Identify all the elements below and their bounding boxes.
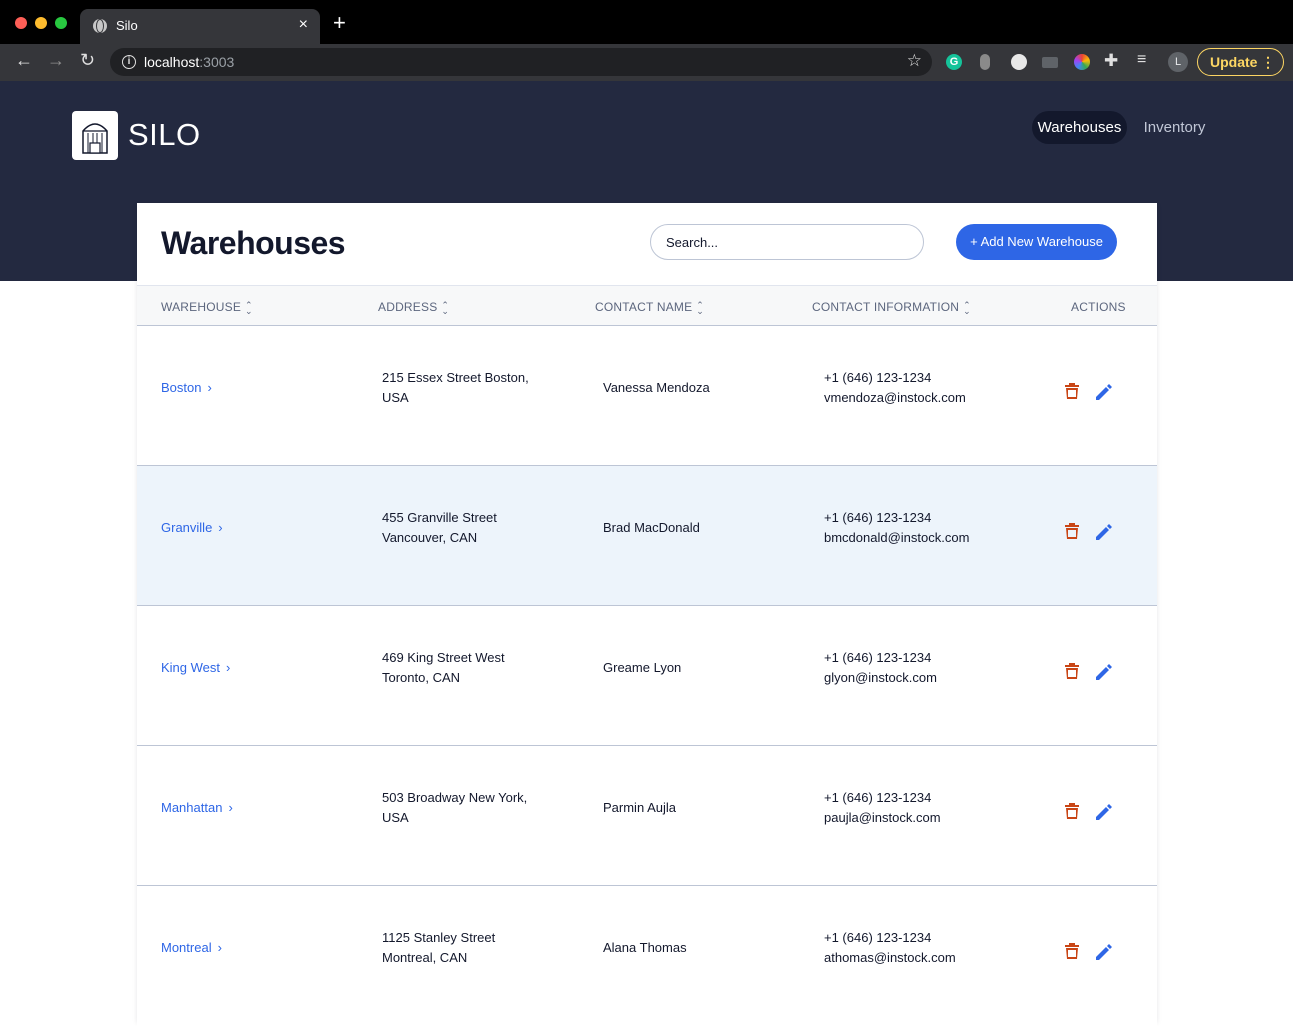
edit-icon[interactable] [1095, 803, 1113, 821]
address-bar[interactable]: i localhost:3003 ☆ [110, 48, 932, 76]
browser-tab[interactable]: Silo × [80, 9, 320, 44]
minimize-window-button[interactable] [35, 17, 47, 29]
sort-icon[interactable]: ⌃ ⌄ [245, 300, 253, 315]
sort-icon[interactable]: ⌃ ⌄ [696, 300, 704, 315]
edit-icon[interactable] [1095, 523, 1113, 541]
extension-icon[interactable] [980, 54, 990, 70]
contact-info-cell: +1 (646) 123-1234 paujla@instock.com [824, 790, 941, 825]
column-header-contact-name[interactable]: CONTACT NAME ⌃ ⌄ [595, 300, 704, 315]
warehouse-link[interactable]: Granville › [161, 518, 223, 538]
logo-text[interactable]: SILO [128, 117, 201, 153]
globe-icon [93, 19, 107, 33]
contact-info-cell: +1 (646) 123-1234 bmcdonald@instock.com [824, 510, 970, 545]
bookmark-star-icon[interactable]: ☆ [907, 51, 922, 71]
reload-icon[interactable]: ↻ [80, 50, 95, 71]
profile-avatar[interactable]: L [1168, 52, 1188, 72]
table-row[interactable]: King West › 469 King Street West Toronto, … [137, 606, 1157, 746]
address-cell: 215 Essex Street Boston, USA [382, 370, 529, 405]
silo-logo-icon[interactable] [72, 111, 118, 160]
delete-icon[interactable] [1064, 662, 1080, 680]
contact-name-cell: Greame Lyon [603, 660, 682, 675]
chevron-right-icon: › [217, 940, 222, 955]
delete-icon[interactable] [1064, 942, 1080, 960]
info-icon[interactable]: i [122, 55, 136, 69]
contact-name-cell: Alana Thomas [603, 940, 687, 955]
close-window-button[interactable] [15, 17, 27, 29]
table-row[interactable]: Manhattan › 503 Broadway New York, USA Par… [137, 746, 1157, 886]
back-arrow-icon[interactable]: ← [15, 50, 33, 71]
contact-info-cell: +1 (646) 123-1234 athomas@instock.com [824, 930, 956, 965]
table-row[interactable]: Boston › 215 Essex Street Boston, USA Vane… [137, 326, 1157, 466]
puzzle-icon[interactable]: ✚ [1104, 51, 1118, 71]
contact-name-cell: Parmin Aujla [603, 800, 676, 815]
contact-name-cell: Brad MacDonald [603, 520, 700, 535]
extension-icon[interactable] [1011, 54, 1027, 70]
warehouse-link[interactable]: King West › [161, 658, 230, 678]
silo-building-icon [82, 123, 108, 154]
chevron-right-icon: › [228, 800, 233, 815]
chevron-right-icon: › [226, 660, 231, 675]
chevron-right-icon: › [207, 380, 212, 395]
address-cell: 455 Granville Street Vancouver, CAN [382, 510, 497, 545]
warehouse-link[interactable]: Boston › [161, 378, 212, 398]
tab-close-button[interactable]: × [299, 16, 308, 34]
address-cell: 1125 Stanley Street Montreal, CAN [382, 930, 496, 965]
address-cell: 469 King Street West Toronto, CAN [382, 650, 505, 685]
page-title: Warehouses [161, 225, 346, 261]
nav-inventory[interactable]: Inventory [1137, 111, 1212, 144]
contact-info-cell: +1 (646) 123-1234 vmendoza@instock.com [824, 370, 966, 405]
browser-tab-strip: Silo × + [0, 0, 1293, 44]
sort-icon[interactable]: ⌃ ⌄ [963, 300, 971, 315]
warehouses-card: Warehouses + Add New Warehouse WAREHOUSE… [137, 203, 1157, 1026]
table-row[interactable]: Granville › 455 Granville Street Vancouver… [137, 466, 1157, 606]
maximize-window-button[interactable] [55, 17, 67, 29]
contact-info-cell: +1 (646) 123-1234 glyon@instock.com [824, 650, 937, 685]
edit-icon[interactable] [1095, 663, 1113, 681]
edit-icon[interactable] [1095, 383, 1113, 401]
edit-icon[interactable] [1095, 943, 1113, 961]
new-tab-button[interactable]: + [333, 12, 346, 34]
forward-arrow-icon[interactable]: → [47, 50, 65, 71]
add-warehouse-button[interactable]: + Add New Warehouse [956, 224, 1117, 260]
warehouse-link[interactable]: Manhattan › [161, 798, 233, 818]
contact-name-cell: Vanessa Mendoza [603, 380, 710, 395]
delete-icon[interactable] [1064, 802, 1080, 820]
more-vert-icon[interactable]: ⋮ [1261, 49, 1275, 75]
delete-icon[interactable] [1064, 382, 1080, 400]
chevron-right-icon: › [218, 520, 223, 535]
nav-warehouses[interactable]: Warehouses [1032, 111, 1127, 144]
warehouse-link[interactable]: Montreal › [161, 938, 222, 958]
address-cell: 503 Broadway New York, USA [382, 790, 528, 825]
sort-icon[interactable]: ⌃ ⌄ [441, 300, 449, 315]
table-row[interactable]: Montreal › 1125 Stanley Street Montreal, C… [137, 886, 1157, 1026]
grammarly-icon[interactable]: G [946, 54, 962, 70]
delete-icon[interactable] [1064, 522, 1080, 540]
column-header-contact-information[interactable]: CONTACT INFORMATION ⌃ ⌄ [812, 300, 971, 315]
browser-toolbar: ← → ↻ i localhost:3003 ☆ G ✚ ≡ L Update … [0, 44, 1293, 81]
queue-icon[interactable]: ≡ [1137, 51, 1146, 69]
color-picker-icon[interactable] [1074, 54, 1090, 70]
column-header-actions: ACTIONS [1071, 300, 1126, 314]
table-header: WAREHOUSE ⌃ ⌄ ADDRESS ⌃ ⌄ CONTACT NAME ⌃ ⌄ CON… [137, 285, 1157, 326]
update-button[interactable]: Update ⋮ [1197, 48, 1284, 76]
column-header-address[interactable]: ADDRESS ⌃ ⌄ [378, 300, 449, 315]
tab-title: Silo [116, 18, 138, 33]
camera-icon[interactable] [1042, 57, 1058, 68]
search-input[interactable] [650, 224, 924, 260]
column-header-warehouse[interactable]: WAREHOUSE ⌃ ⌄ [161, 300, 253, 315]
url-text[interactable]: localhost:3003 [144, 54, 234, 70]
